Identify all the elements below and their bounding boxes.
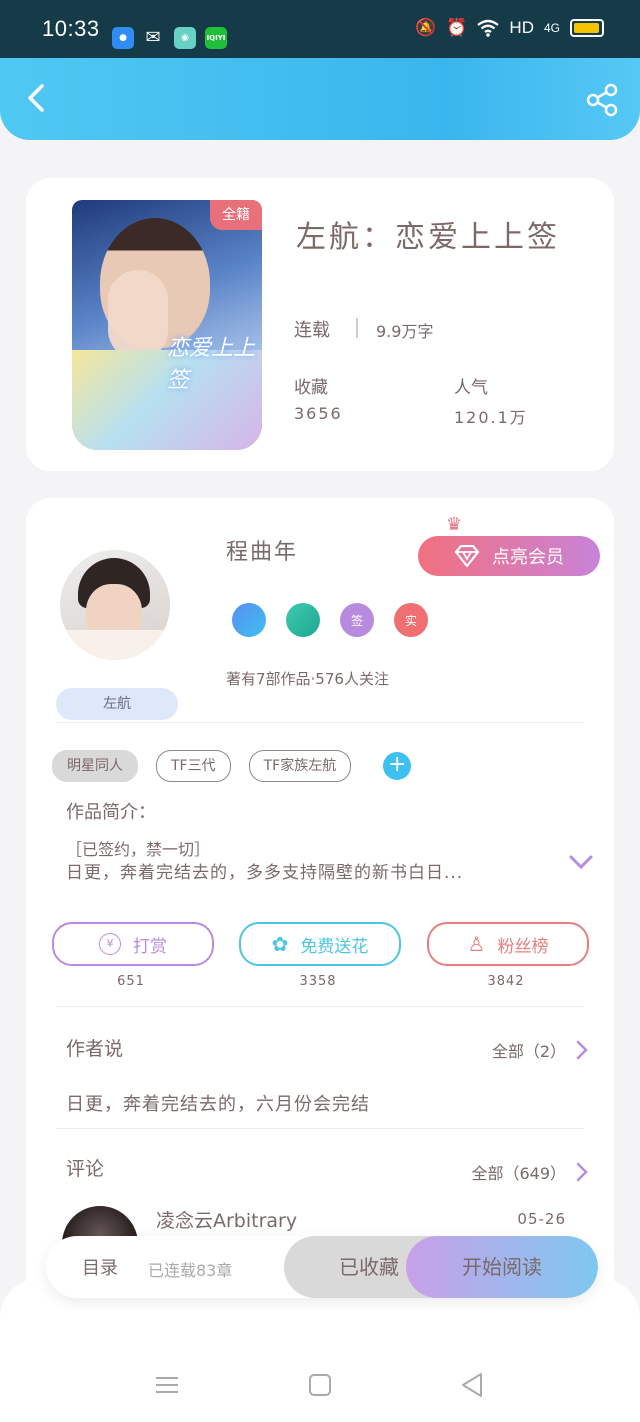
divider bbox=[56, 1128, 584, 1129]
intro-line: ［已签约，禁一切］ bbox=[66, 840, 211, 859]
author-tag: 左航 bbox=[56, 688, 178, 720]
all-label: 全部（2） bbox=[491, 1042, 566, 1061]
vip-button-label: 点亮会员 bbox=[492, 547, 564, 568]
tag-list: 明星同人 TF三代 TF家族左航 + bbox=[52, 750, 412, 782]
comments-all-link[interactable]: 全部（649） bbox=[471, 1160, 588, 1184]
flower-icon: ✿ bbox=[271, 932, 289, 956]
favorites-value: 3656 bbox=[294, 404, 343, 423]
signed-badge-icon[interactable]: 签 bbox=[340, 603, 374, 637]
share-icon[interactable] bbox=[582, 80, 622, 120]
serial-status: 连载 bbox=[294, 320, 330, 341]
status-bar: 10:33 ● ✉ ◉ IQIYI 🔕 ⏰ HD 4G bbox=[0, 0, 640, 58]
yen-icon: ¥ bbox=[99, 933, 121, 955]
cover-title-art: 恋爱上上签 bbox=[167, 336, 256, 393]
app-notification-icon: ◉ bbox=[174, 27, 196, 49]
tag-chip[interactable]: TF家族左航 bbox=[248, 750, 352, 782]
comments-title: 评论 bbox=[66, 1158, 105, 1180]
chevron-right-icon bbox=[576, 1040, 588, 1060]
flower-count: 3358 bbox=[299, 974, 337, 989]
author-honor-badges: 签 实 bbox=[232, 603, 428, 637]
author-says-title: 作者说 bbox=[66, 1038, 124, 1060]
divider bbox=[56, 722, 584, 723]
chevron-right-icon bbox=[576, 1162, 588, 1182]
tip-button-label: 打赏 bbox=[133, 936, 167, 957]
wechat-icon: ✉ bbox=[145, 27, 161, 48]
iqiyi-icon: IQIYI bbox=[205, 27, 227, 49]
book-info-card: 恋爱上上签 全籍 左航：恋爱上上签 连载 9.9万字 收藏 3656 人气 12… bbox=[26, 178, 614, 471]
browser-app-icon: ● bbox=[112, 27, 134, 49]
book-title: 左航：恋爱上上签 bbox=[296, 220, 560, 255]
favorites-label: 收藏 bbox=[294, 378, 328, 398]
system-nav-bar bbox=[0, 1356, 640, 1412]
chevron-down-icon[interactable] bbox=[568, 853, 594, 871]
fan-ranking-button[interactable]: ♙ 粉丝榜 bbox=[427, 922, 589, 966]
author-name[interactable]: 程曲年 bbox=[226, 534, 298, 566]
author-and-intro-card: 左航 程曲年 ♛ 点亮会员 签 实 著有7部作品·576人关注 明星同人 TF三… bbox=[26, 498, 614, 1298]
send-flower-button[interactable]: ✿ 免费送花 bbox=[239, 922, 401, 966]
chapter-status: 已连载83章 bbox=[148, 1261, 233, 1280]
crown-icon: ♛ bbox=[446, 514, 463, 535]
mute-icon: 🔕 bbox=[415, 18, 437, 37]
send-flower-label: 免费送花 bbox=[300, 936, 369, 957]
author-says-all-link[interactable]: 全部（2） bbox=[492, 1038, 588, 1062]
vip-button[interactable]: 点亮会员 bbox=[418, 536, 600, 576]
author-avatar[interactable] bbox=[60, 550, 170, 660]
completed-badge: 全籍 bbox=[210, 200, 262, 230]
tag-chip[interactable]: TF三代 bbox=[156, 750, 231, 782]
tip-button[interactable]: ¥ 打赏 bbox=[52, 922, 214, 966]
verified-badge-icon[interactable]: 实 bbox=[394, 603, 428, 637]
fan-count: 3842 bbox=[487, 974, 525, 989]
author-stats: 著有7部作品·576人关注 bbox=[226, 670, 389, 688]
home-icon[interactable] bbox=[303, 1370, 337, 1400]
menu-icon[interactable] bbox=[150, 1370, 184, 1400]
signal-label: 4G bbox=[543, 21, 560, 35]
avatar-body bbox=[60, 630, 170, 660]
author-says-text: 日更，奔着完结去的，六月份会完结 bbox=[66, 1094, 370, 1115]
divider bbox=[356, 318, 358, 338]
comment-date: 05-26 bbox=[517, 1210, 566, 1228]
cover-hand bbox=[108, 270, 168, 360]
add-tag-button[interactable]: + bbox=[383, 752, 412, 780]
back-triangle-icon[interactable] bbox=[455, 1370, 489, 1400]
all-label: 全部（649） bbox=[471, 1164, 566, 1183]
top-header bbox=[0, 58, 640, 140]
phone-badge-icon[interactable] bbox=[232, 603, 266, 637]
intro-label: 作品简介： bbox=[66, 802, 156, 823]
network-label: HD bbox=[509, 18, 534, 37]
tag-chip[interactable]: 明星同人 bbox=[52, 750, 138, 782]
popularity-label: 人气 bbox=[454, 378, 488, 398]
battery-icon bbox=[570, 19, 604, 37]
book-cover[interactable]: 恋爱上上签 全籍 bbox=[72, 200, 262, 450]
status-time: 10:33 bbox=[42, 16, 100, 41]
popularity-value: 120.1万 bbox=[454, 408, 528, 427]
word-count: 9.9万字 bbox=[376, 322, 434, 341]
start-reading-button[interactable]: 开始阅读 bbox=[406, 1236, 598, 1298]
alarm-icon: ⏰ bbox=[446, 18, 468, 37]
commenter-name: 凌念云Arbitrary bbox=[156, 1210, 298, 1232]
tip-count: 651 bbox=[117, 974, 145, 989]
fan-ranking-label: 粉丝榜 bbox=[497, 936, 549, 957]
wifi-icon bbox=[477, 19, 500, 37]
intro-line: 日更，奔着完结去的，多多支持隔壁的新书白日... bbox=[66, 863, 464, 883]
toc-button[interactable]: 目录 bbox=[82, 1254, 118, 1280]
handshake-badge-icon[interactable] bbox=[286, 603, 320, 637]
user-heart-icon: ♙ bbox=[467, 932, 486, 956]
diamond-icon bbox=[454, 545, 480, 567]
reading-action-bar: 目录 已连载83章 已收藏 开始阅读 bbox=[46, 1236, 598, 1298]
divider bbox=[56, 1006, 584, 1007]
back-arrow-icon[interactable] bbox=[18, 78, 58, 118]
